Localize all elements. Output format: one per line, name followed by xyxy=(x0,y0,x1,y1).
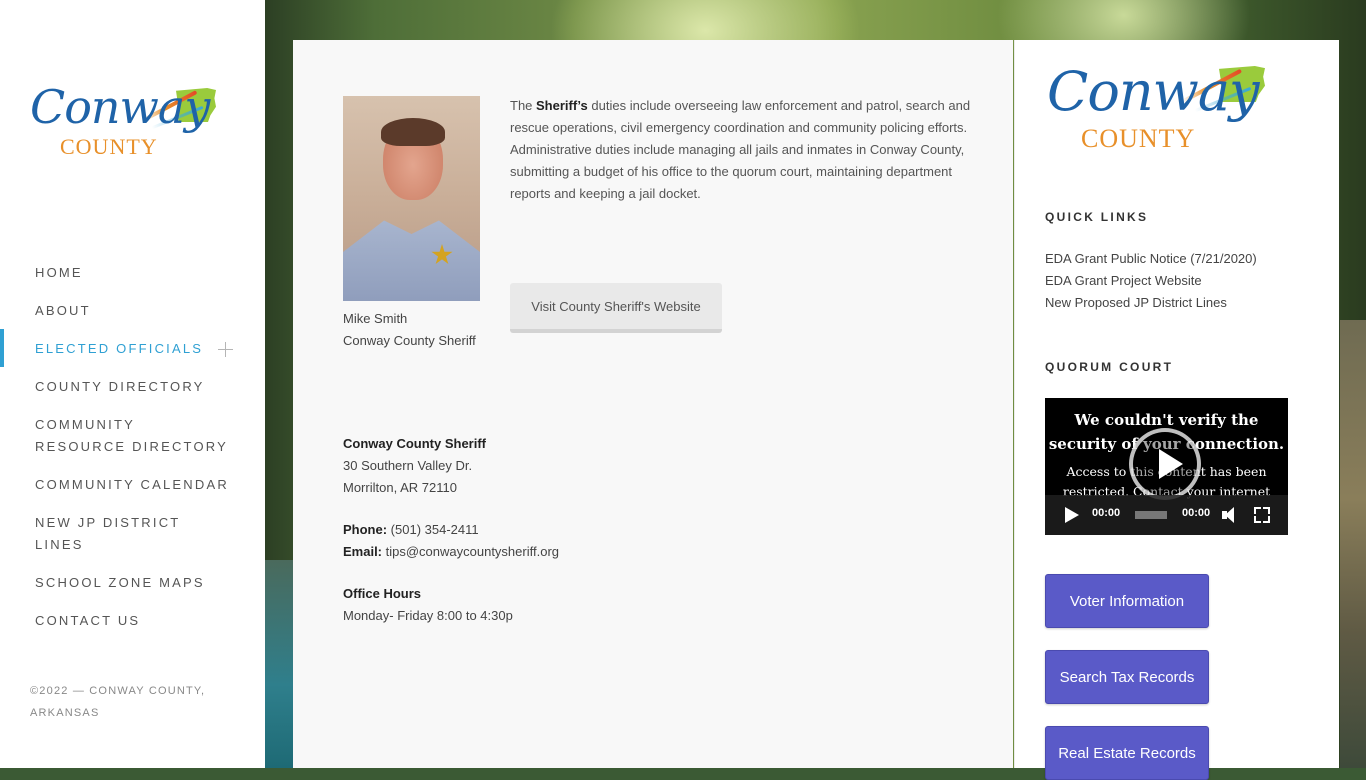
office-name: Conway County Sheriff xyxy=(343,436,487,451)
phone-row: Phone: (501) 354-2411 xyxy=(343,519,559,541)
logo-script-text: Conway xyxy=(1047,60,1260,123)
widget-logo[interactable]: Conway COUNTY xyxy=(1047,60,1267,158)
main-nav: HOME ABOUT ELECTED OFFICIALS COUNTY DIRE… xyxy=(0,262,265,648)
phone-number[interactable]: (501) 354-2411 xyxy=(387,522,479,537)
expand-plus-icon[interactable] xyxy=(218,342,233,357)
main-content: Mike Smith Conway County Sheriff The She… xyxy=(293,40,1013,768)
nav-item-elected-officials-wrap: ELECTED OFFICIALS xyxy=(0,329,265,367)
email-address[interactable]: tips@conwaycountysheriff.org xyxy=(382,544,559,559)
quick-links-title: QUICK LINKS xyxy=(1045,210,1149,224)
sheriff-photo xyxy=(343,96,480,301)
right-sidebar: Conway COUNTY QUICK LINKS EDA Grant Publ… xyxy=(1014,40,1339,780)
photo-hair xyxy=(381,118,445,146)
visit-sheriff-website-button[interactable]: Visit County Sheriff's Website xyxy=(510,283,722,333)
intro-prefix: The xyxy=(510,98,537,113)
nav-item-about[interactable]: ABOUT xyxy=(0,300,265,322)
nav-item-county-directory[interactable]: COUNTY DIRECTORY xyxy=(0,376,265,398)
seek-bar[interactable] xyxy=(1135,511,1167,519)
nav-item-contact-us[interactable]: CONTACT US xyxy=(0,610,265,632)
quick-link-eda-website[interactable]: EDA Grant Project Website xyxy=(1045,270,1257,292)
office-hours-label: Office Hours xyxy=(343,586,422,601)
nav-item-new-jp-district-lines[interactable]: NEW JP DISTRICT LINES xyxy=(0,512,265,556)
nav-item-community-calendar[interactable]: COMMUNITY CALENDAR xyxy=(0,474,265,496)
big-play-icon[interactable] xyxy=(1129,428,1201,500)
quick-link-eda-notice[interactable]: EDA Grant Public Notice (7/21/2020) xyxy=(1045,248,1257,270)
waterfall-pool xyxy=(265,560,293,768)
quick-links-list: EDA Grant Public Notice (7/21/2020) EDA … xyxy=(1045,248,1257,314)
search-tax-records-button[interactable]: Search Tax Records xyxy=(1045,650,1209,704)
logo-script-text: Conway xyxy=(30,80,210,134)
photo-shirt xyxy=(343,220,480,301)
current-time: 00:00 xyxy=(1092,507,1121,519)
phone-label: Phone: xyxy=(343,522,388,537)
official-title: Conway County Sheriff xyxy=(343,333,476,348)
intro-rest: duties include overseeing law enforcemen… xyxy=(510,98,971,201)
address-line2: Morrilton, AR 72110 xyxy=(343,480,457,495)
real-estate-records-button[interactable]: Real Estate Records xyxy=(1045,726,1209,780)
rock-face xyxy=(1340,320,1366,768)
email-label: Email: xyxy=(343,544,383,559)
nav-item-community-resource-directory[interactable]: COMMUNITY RESOURCE DIRECTORY xyxy=(0,414,265,458)
photo-caption: Mike Smith Conway County Sheriff xyxy=(343,308,476,352)
email-row: Email: tips@conwaycountysheriff.org xyxy=(343,541,559,563)
address-line1: 30 Southern Valley Dr. xyxy=(343,458,473,473)
play-icon[interactable] xyxy=(1065,507,1079,523)
quorum-court-video[interactable]: We couldn't verify the security of your … xyxy=(1045,398,1288,535)
office-hours: Monday- Friday 8:00 to 4:30p xyxy=(343,608,513,623)
voter-information-button[interactable]: Voter Information xyxy=(1045,574,1209,628)
logo-county-text: COUNTY xyxy=(1081,124,1196,153)
sheriff-description: The Sheriff’s duties include overseeing … xyxy=(510,95,985,205)
contact-info: Conway County Sheriff 30 Southern Valley… xyxy=(343,433,559,627)
site-logo[interactable]: Conway COUNTY xyxy=(30,80,220,169)
duration: 00:00 xyxy=(1182,507,1211,519)
volume-icon[interactable] xyxy=(1222,507,1240,523)
sidebar: Conway COUNTY HOME ABOUT ELECTED OFFICIA… xyxy=(0,0,265,768)
official-name: Mike Smith xyxy=(343,311,408,326)
nav-item-home[interactable]: HOME xyxy=(0,262,265,284)
video-controls: 00:00 00:00 xyxy=(1045,495,1288,535)
quorum-court-title: QUORUM COURT xyxy=(1045,360,1174,374)
fullscreen-icon[interactable] xyxy=(1254,507,1270,523)
nav-item-school-zone-maps[interactable]: SCHOOL ZONE MAPS xyxy=(0,572,265,594)
quick-link-jp-district-lines[interactable]: New Proposed JP District Lines xyxy=(1045,292,1257,314)
logo-county-text: COUNTY xyxy=(60,134,158,159)
copyright-text: ©2022 — CONWAY COUNTY, ARKANSAS xyxy=(30,685,206,719)
intro-bold: Sheriff’s xyxy=(536,98,588,113)
